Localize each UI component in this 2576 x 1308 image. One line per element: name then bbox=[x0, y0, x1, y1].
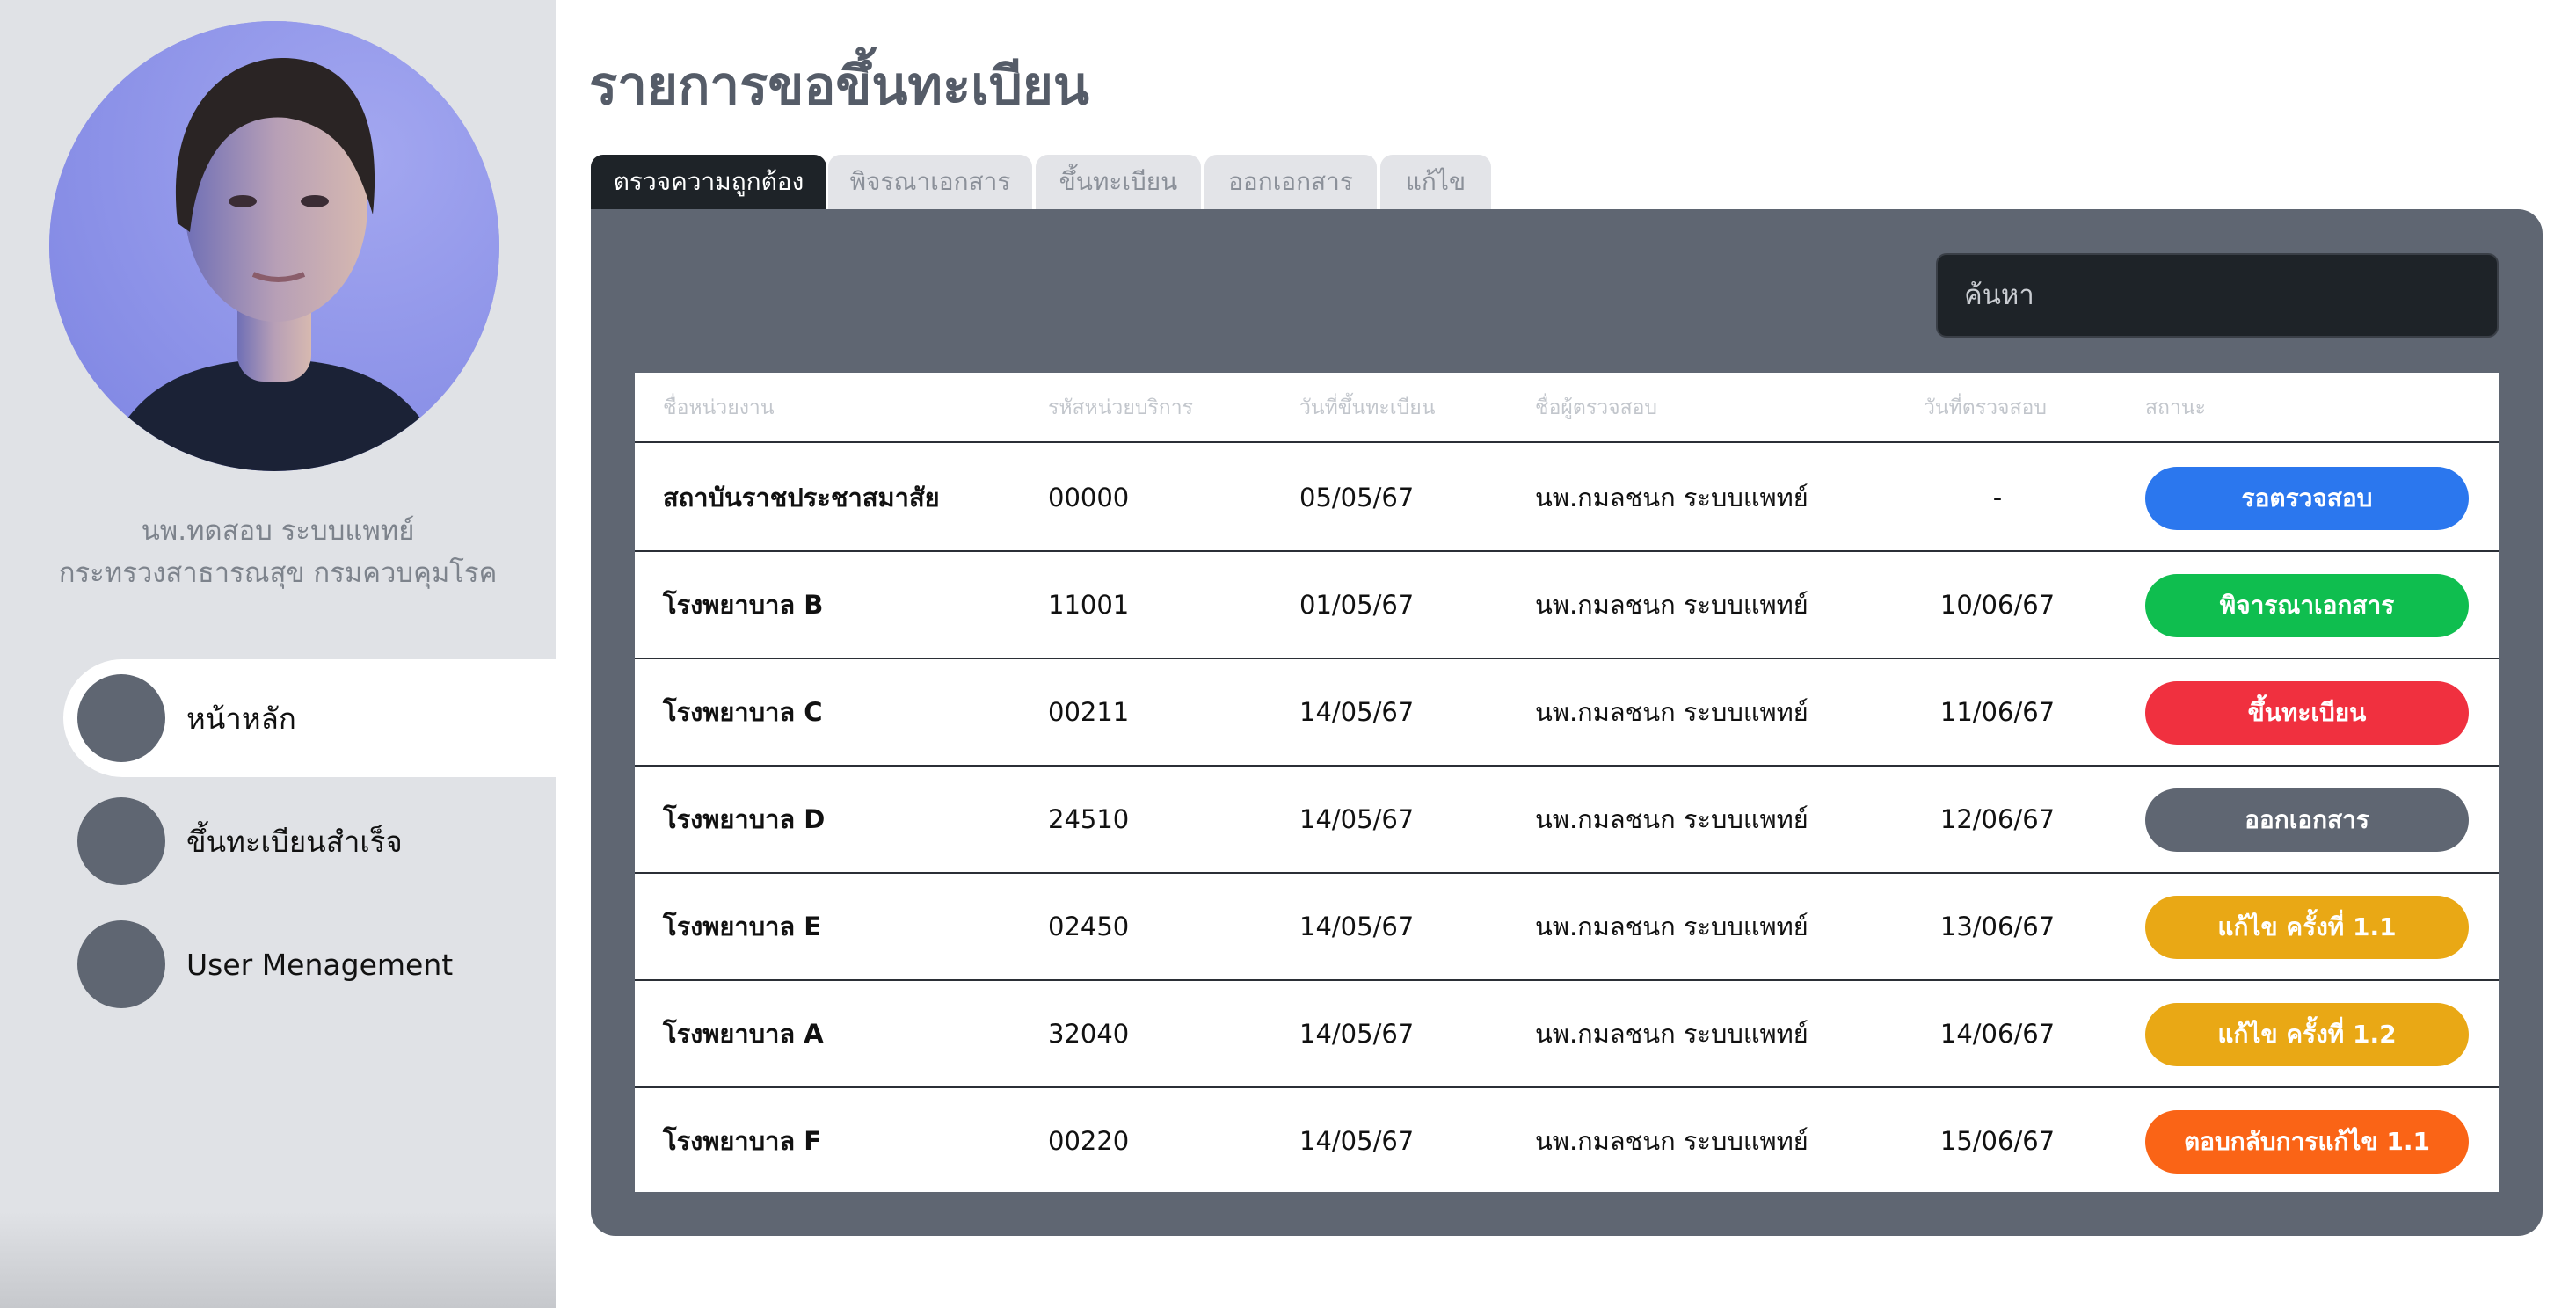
search-input[interactable] bbox=[1936, 253, 2499, 338]
table-row[interactable]: โรงพยาบาล C 00211 14/05/67 นพ.กมลชนก ระบบแพ… bbox=[635, 659, 2499, 767]
cell-organization-name: สถาบันราชประชาสมาสัย bbox=[663, 483, 940, 512]
sidebar-item-home[interactable]: หน้าหลัก bbox=[63, 659, 556, 777]
cell-check-date: 12/06/67 bbox=[1939, 804, 2056, 834]
cell-organization-name: โรงพยาบาล F bbox=[663, 1126, 822, 1156]
sidebar-item-user-management[interactable]: User Menagement bbox=[63, 905, 556, 1023]
sidebar-item-label: User Menagement bbox=[186, 947, 454, 982]
sidebar-item-label: ขึ้นทะเบียนสำเร็จ bbox=[186, 824, 403, 859]
column-header: รหัสหน่วยบริการ bbox=[1048, 396, 1193, 419]
tab-issue-documents[interactable]: ออกเอกสาร bbox=[1204, 155, 1377, 209]
cell-check-date: 15/06/67 bbox=[1939, 1126, 2056, 1156]
column-header: วันที่ตรวจสอบ bbox=[1924, 396, 2047, 419]
cell-check-date: 11/06/67 bbox=[1939, 697, 2056, 727]
table-row[interactable]: สถาบันราชประชาสมาสัย 00000 05/05/67 นพ.กมลช… bbox=[635, 445, 2499, 552]
status-badge[interactable]: แก้ไข ครั้งที่ 1.1 bbox=[2145, 896, 2469, 959]
cell-check-date: 13/06/67 bbox=[1939, 912, 2056, 941]
status-badge[interactable]: แก้ไข ครั้งที่ 1.2 bbox=[2145, 1003, 2469, 1066]
tab-verify[interactable]: ตรวจความถูกต้อง bbox=[591, 155, 826, 209]
status-badge[interactable]: ออกเอกสาร bbox=[2145, 788, 2469, 852]
home-icon bbox=[77, 674, 165, 762]
cell-check-date: - bbox=[1992, 483, 2003, 512]
cell-registration-date: 14/05/67 bbox=[1299, 1019, 1415, 1049]
cell-organization-name: โรงพยาบาล B bbox=[663, 590, 824, 620]
registered-icon bbox=[77, 797, 165, 885]
cell-registration-date: 14/05/67 bbox=[1299, 912, 1415, 941]
cell-service-code: 00220 bbox=[1048, 1126, 1130, 1156]
cell-organization-name: โรงพยาบาล C bbox=[663, 697, 823, 727]
table-row[interactable]: โรงพยาบาล E 02450 14/05/67 นพ.กมลชนก ระบบแพ… bbox=[635, 874, 2499, 981]
cell-inspector-name: นพ.กมลชนก ระบบแพทย์ bbox=[1535, 1019, 1808, 1049]
table-row[interactable]: โรงพยาบาล B 11001 01/05/67 นพ.กมลชนก ระบบแพ… bbox=[635, 552, 2499, 659]
user-organization: กระทรวงสาธารณสุข กรมควบคุมโรค bbox=[58, 557, 498, 589]
tab-edit[interactable]: แก้ไข bbox=[1380, 155, 1491, 209]
column-header: วันที่ขึ้นทะเบียน bbox=[1299, 396, 1436, 419]
cell-inspector-name: นพ.กมลชนก ระบบแพทย์ bbox=[1535, 483, 1808, 512]
tab-review-documents[interactable]: พิจรณาเอกสาร bbox=[828, 155, 1032, 209]
user-photo bbox=[49, 21, 499, 471]
user-management-icon bbox=[77, 920, 165, 1008]
sidebar-item-registered[interactable]: ขึ้นทะเบียนสำเร็จ bbox=[63, 782, 556, 900]
sidebar-item-label: หน้าหลัก bbox=[186, 701, 296, 736]
avatar bbox=[49, 21, 499, 471]
cell-service-code: 24510 bbox=[1048, 804, 1130, 834]
cell-registration-date: 05/05/67 bbox=[1299, 483, 1415, 512]
cell-check-date: 10/06/67 bbox=[1939, 590, 2056, 620]
cell-registration-date: 01/05/67 bbox=[1299, 590, 1415, 620]
cell-service-code: 02450 bbox=[1048, 912, 1130, 941]
status-badge[interactable]: พิจารณาเอกสาร bbox=[2145, 574, 2469, 637]
cell-service-code: 00211 bbox=[1048, 697, 1130, 727]
cell-registration-date: 14/05/67 bbox=[1299, 697, 1415, 727]
tab-register[interactable]: ขึ้นทะเบียน bbox=[1036, 155, 1201, 209]
cell-inspector-name: นพ.กมลชนก ระบบแพทย์ bbox=[1535, 697, 1808, 727]
cell-inspector-name: นพ.กมลชนก ระบบแพทย์ bbox=[1535, 804, 1808, 834]
table-row[interactable]: โรงพยาบาล F 00220 14/05/67 นพ.กมลชนก ระบบแพ… bbox=[635, 1088, 2499, 1195]
column-header: ชื่อผู้ตรวจสอบ bbox=[1535, 396, 1658, 419]
user-name: นพ.ทดสอบ ระบบแพทย์ bbox=[141, 515, 415, 547]
column-header: สถานะ bbox=[2145, 396, 2206, 419]
table-row[interactable]: โรงพยาบาล A 32040 14/05/67 นพ.กมลชนก ระบบแพ… bbox=[635, 981, 2499, 1088]
cell-check-date: 14/06/67 bbox=[1939, 1019, 2056, 1049]
status-badge[interactable]: รอตรวจสอบ bbox=[2145, 467, 2469, 530]
cell-inspector-name: นพ.กมลชนก ระบบแพทย์ bbox=[1535, 590, 1808, 620]
table-header: ชื่อหน่วยงาน รหัสหน่วยบริการ วันที่ขึ้นท… bbox=[635, 373, 2499, 443]
cell-service-code: 32040 bbox=[1048, 1019, 1130, 1049]
cell-registration-date: 14/05/67 bbox=[1299, 1126, 1415, 1156]
cell-inspector-name: นพ.กมลชนก ระบบแพทย์ bbox=[1535, 1126, 1808, 1156]
cell-organization-name: โรงพยาบาล A bbox=[663, 1019, 824, 1049]
cell-organization-name: โรงพยาบาล D bbox=[663, 804, 826, 834]
status-badge[interactable]: ตอบกลับการแก้ไข 1.1 bbox=[2145, 1110, 2469, 1174]
cell-organization-name: โรงพยาบาล E bbox=[663, 912, 822, 941]
sidebar: นพ.ทดสอบ ระบบแพทย์ กระทรวงสาธารณสุข กรมค… bbox=[0, 0, 556, 1308]
column-header: ชื่อหน่วยงาน bbox=[663, 396, 775, 419]
content-panel: ชื่อหน่วยงาน รหัสหน่วยบริการ วันที่ขึ้นท… bbox=[591, 209, 2543, 1236]
status-badge[interactable]: ขึ้นทะเบียน bbox=[2145, 681, 2469, 745]
cell-registration-date: 14/05/67 bbox=[1299, 804, 1415, 834]
cell-service-code: 00000 bbox=[1048, 483, 1130, 512]
cell-service-code: 11001 bbox=[1048, 590, 1130, 620]
table-row[interactable]: โรงพยาบาล D 24510 14/05/67 นพ.กมลชนก ระบบแพ… bbox=[635, 767, 2499, 874]
cell-inspector-name: นพ.กมลชนก ระบบแพทย์ bbox=[1535, 912, 1808, 941]
registration-table: ชื่อหน่วยงาน รหัสหน่วยบริการ วันที่ขึ้นท… bbox=[635, 373, 2499, 1192]
page-title: รายการขอขึ้นทะเบียน bbox=[589, 55, 1089, 117]
